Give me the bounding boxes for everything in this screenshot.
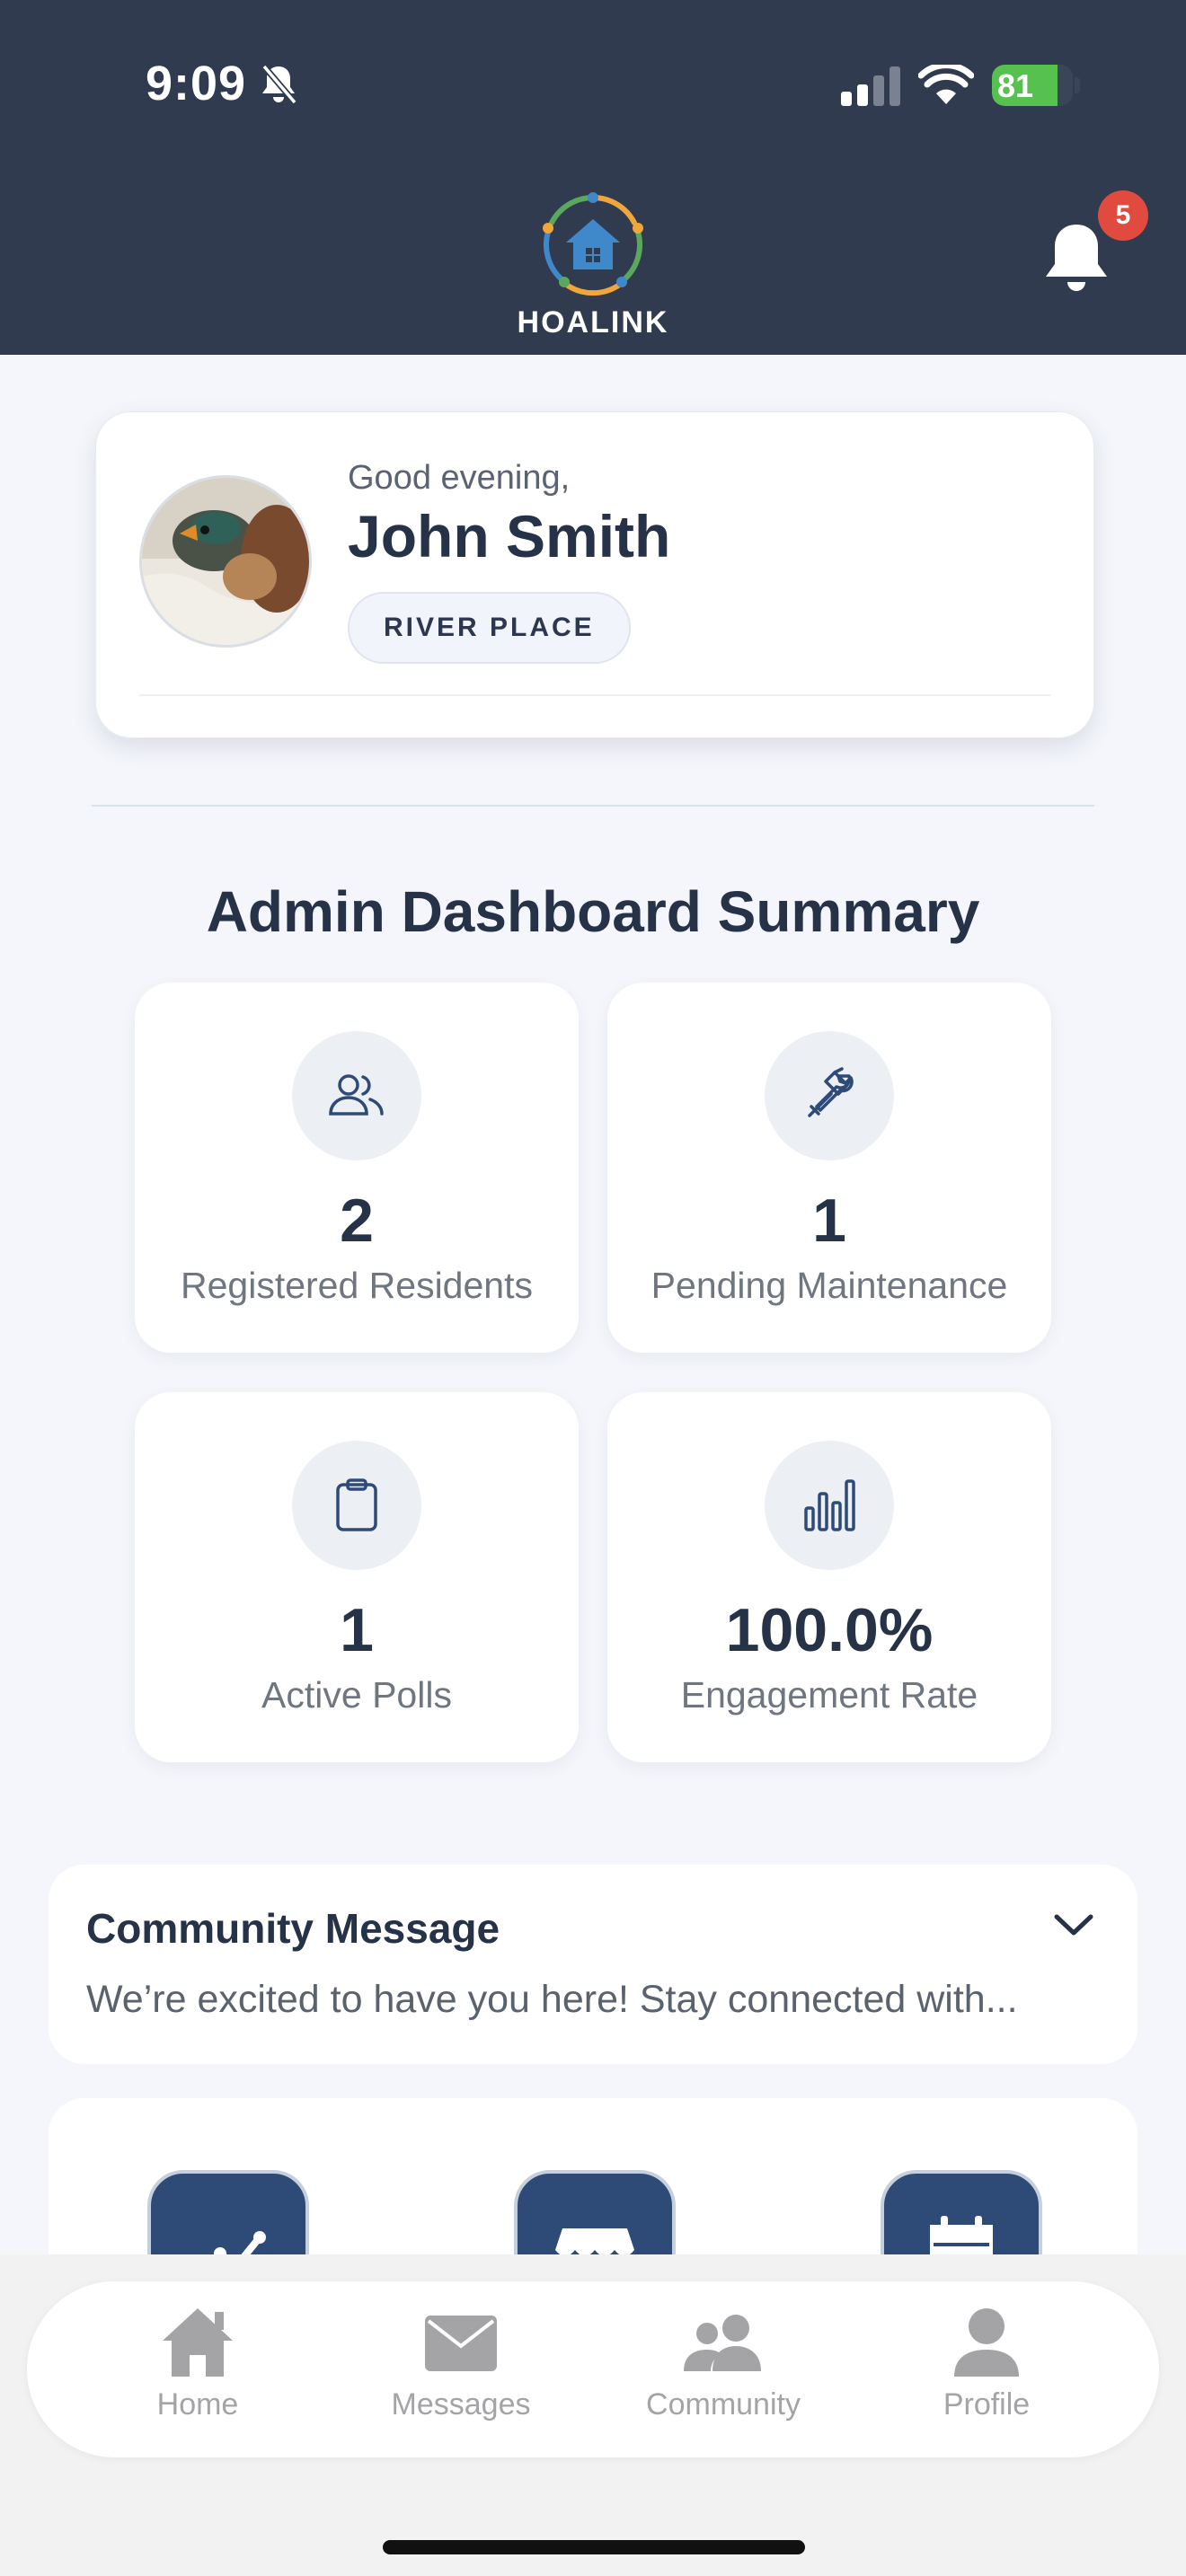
stat-card-active-polls[interactable]: 1 Active Polls bbox=[135, 1392, 579, 1762]
section-divider bbox=[92, 805, 1094, 807]
tab-messages[interactable]: Messages bbox=[371, 2305, 551, 2439]
tab-messages-label: Messages bbox=[391, 2387, 531, 2422]
dashboard-summary-title: Admin Dashboard Summary bbox=[206, 879, 980, 944]
mail-icon bbox=[425, 2316, 497, 2371]
battery-percent: 81 bbox=[997, 67, 1034, 104]
tab-home-label: Home bbox=[156, 2387, 239, 2422]
community-message-body: We’re excited to have you here! Stay con… bbox=[86, 1978, 1018, 2021]
community-message-title: Community Message bbox=[86, 1905, 500, 1952]
stat-label: Pending Maintenance bbox=[651, 1265, 1008, 1306]
stat-label: Registered Residents bbox=[181, 1265, 533, 1306]
stat-label: Engagement Rate bbox=[680, 1674, 978, 1716]
greeting-text: Good evening, bbox=[348, 459, 571, 497]
app-header: 9:09 81 HOALINK 5 bbox=[0, 0, 1186, 355]
stat-value: 1 bbox=[340, 1596, 374, 1664]
stat-card-engagement-rate[interactable]: 100.0% Engagement Rate bbox=[607, 1392, 1051, 1762]
wifi-icon bbox=[918, 65, 974, 104]
home-icon bbox=[163, 2308, 233, 2377]
avatar-photo bbox=[142, 478, 309, 645]
avatar[interactable] bbox=[139, 475, 312, 648]
community-icon bbox=[684, 2315, 761, 2371]
stat-label: Active Polls bbox=[261, 1674, 452, 1716]
person-icon bbox=[954, 2308, 1019, 2377]
tab-community[interactable]: Community bbox=[633, 2305, 813, 2439]
stat-card-registered-residents[interactable]: 2 Registered Residents bbox=[135, 983, 579, 1353]
bar-chart-icon bbox=[765, 1441, 894, 1570]
cellular-signal-icon bbox=[841, 66, 900, 106]
battery-cap bbox=[1075, 77, 1080, 93]
stat-value: 100.0% bbox=[725, 1596, 934, 1664]
stat-card-pending-maintenance[interactable]: 1 Pending Maintenance bbox=[607, 983, 1051, 1353]
tab-home[interactable]: Home bbox=[108, 2305, 288, 2439]
profile-card: Good evening, John Smith RIVER PLACE bbox=[95, 411, 1094, 738]
home-indicator bbox=[383, 2540, 805, 2554]
community-message-card[interactable]: Community Message We’re excited to have … bbox=[49, 1865, 1137, 2064]
status-time: 9:09 bbox=[146, 57, 247, 110]
notification-badge: 5 bbox=[1098, 190, 1148, 241]
community-badge[interactable]: RIVER PLACE bbox=[348, 592, 631, 664]
battery-indicator: 81 bbox=[992, 65, 1073, 106]
user-name: John Smith bbox=[348, 503, 671, 569]
hoalink-logo bbox=[543, 192, 643, 296]
notification-bell-icon[interactable] bbox=[1042, 221, 1111, 295]
tools-icon bbox=[765, 1031, 894, 1160]
stat-value: 2 bbox=[340, 1187, 374, 1255]
users-icon bbox=[292, 1031, 421, 1160]
clipboard-icon bbox=[292, 1441, 421, 1570]
stat-value: 1 bbox=[812, 1187, 846, 1255]
tab-community-label: Community bbox=[646, 2387, 801, 2422]
card-divider bbox=[139, 694, 1050, 696]
bell-mute-icon bbox=[261, 64, 297, 105]
tab-profile[interactable]: Profile bbox=[897, 2305, 1076, 2439]
tab-profile-label: Profile bbox=[943, 2387, 1031, 2422]
chevron-down-icon[interactable] bbox=[1053, 1911, 1094, 1938]
brand-name: HOALINK bbox=[517, 305, 669, 340]
